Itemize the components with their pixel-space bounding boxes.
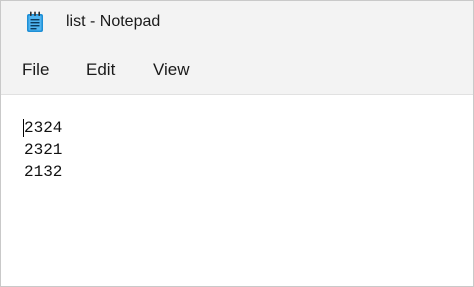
text-line: 2321: [24, 141, 63, 159]
text-line: 2132: [24, 163, 63, 181]
menu-file[interactable]: File: [22, 59, 49, 81]
notepad-window: list - Notepad File Edit View 2324 2321 …: [0, 0, 474, 287]
text-editor[interactable]: 2324 2321 2132: [1, 95, 473, 286]
editor-content[interactable]: 2324 2321 2132: [24, 117, 62, 183]
notepad-icon: [26, 11, 44, 33]
title-bar[interactable]: list - Notepad: [1, 1, 473, 45]
menu-edit[interactable]: Edit: [86, 59, 115, 81]
window-title: list - Notepad: [66, 13, 161, 30]
text-line: 2324: [24, 119, 63, 137]
menu-bar: File Edit View: [1, 45, 473, 95]
menu-view[interactable]: View: [153, 59, 190, 81]
